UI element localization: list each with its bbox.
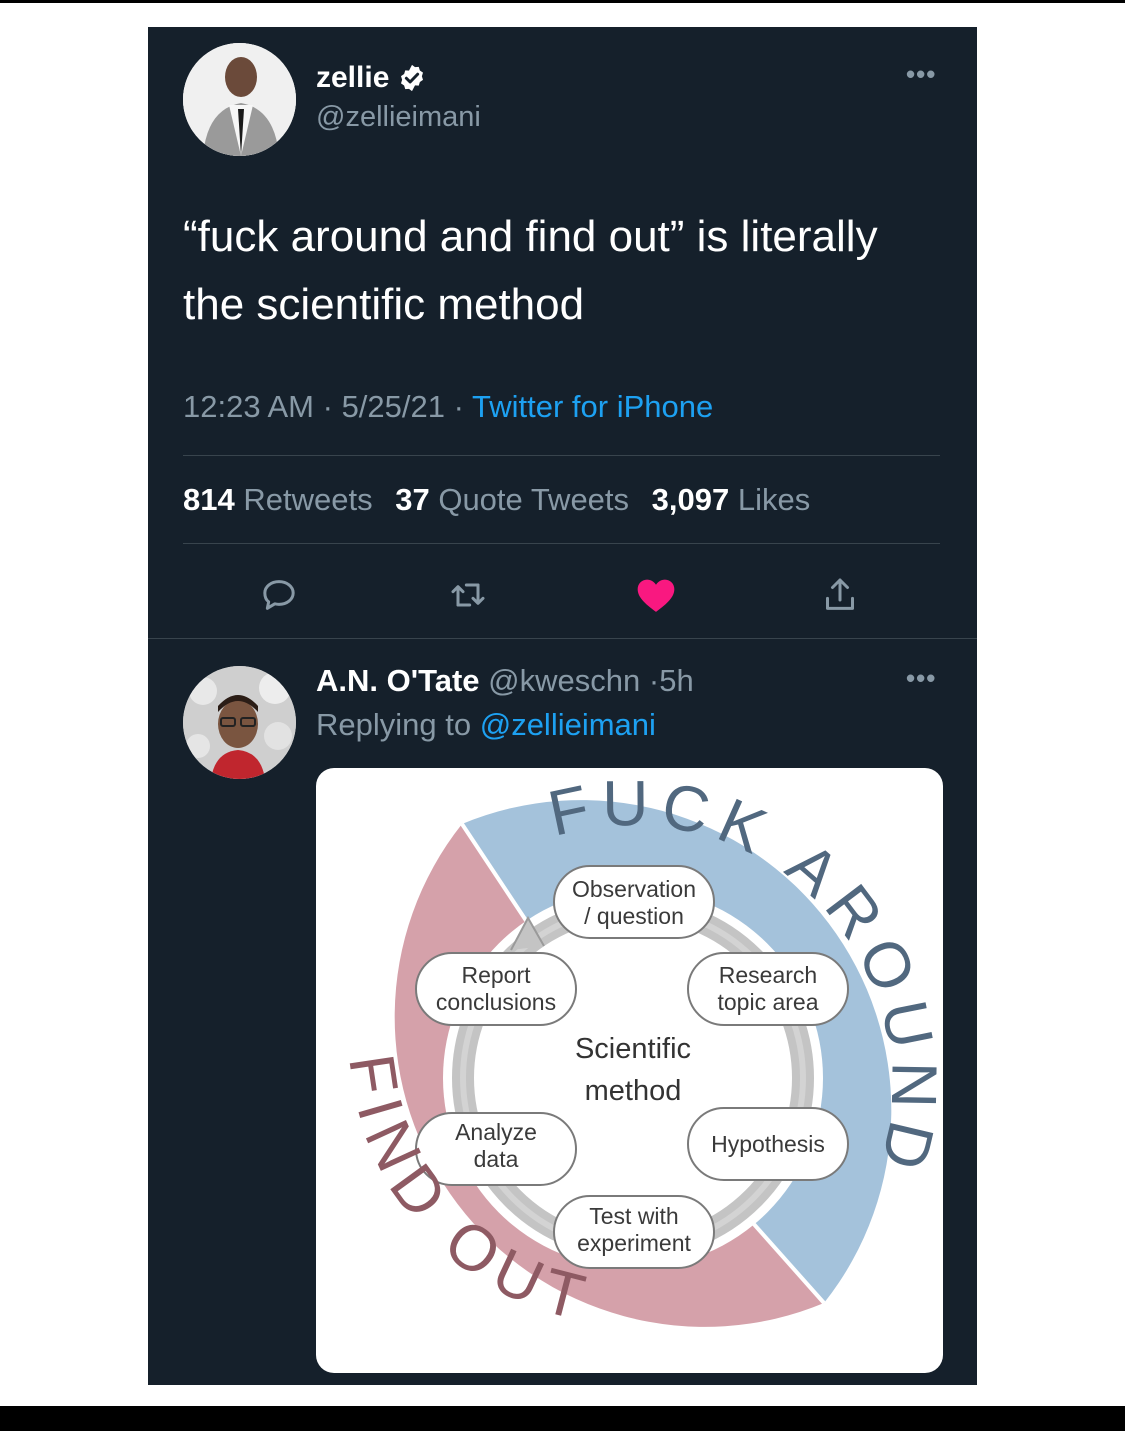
divider [183, 543, 940, 544]
retweet-button[interactable] [443, 573, 493, 617]
like-button[interactable] [631, 573, 681, 617]
step-label: / question [584, 903, 684, 929]
step-label: Research [719, 962, 817, 988]
share-button[interactable] [815, 573, 865, 617]
tweet-stats: 814 Retweets 37 Quote Tweets 3,097 Likes [183, 482, 810, 518]
center-label: method [585, 1075, 682, 1107]
more-options-icon[interactable]: ••• [906, 59, 936, 90]
reply-author-name[interactable]: A.N. O'Tate [316, 663, 480, 698]
divider [183, 455, 940, 456]
author-avatar[interactable] [183, 43, 296, 156]
verified-badge-icon [401, 64, 424, 92]
replying-to-mention[interactable]: @zellieimani [480, 707, 656, 742]
quotes-stat[interactable]: 37 Quote Tweets [395, 482, 629, 517]
retweets-label: Retweets [243, 482, 373, 517]
reply-header: A.N. O'Tate @kweschn ·5h [316, 663, 694, 699]
quotes-count: 37 [395, 482, 430, 517]
page-bottom-border [0, 1406, 1125, 1431]
tweet-date[interactable]: 5/25/21 [342, 389, 445, 424]
author-name-text: zellie [316, 61, 390, 94]
step-label: data [474, 1146, 519, 1172]
tweet-thread: zellie @zellieimani ••• “fuck around and… [148, 27, 977, 1385]
meta-separator: · [322, 389, 333, 424]
reply-age[interactable]: 5h [659, 663, 693, 698]
likes-count: 3,097 [651, 482, 730, 517]
author-handle[interactable]: @zellieimani [316, 101, 481, 134]
reply-author-handle[interactable]: @kweschn [488, 663, 640, 698]
step-label: Report [461, 962, 531, 988]
scientific-method-diagram: Observation / question Research topic ar… [335, 768, 940, 1336]
reply-icon [263, 580, 295, 610]
author-name[interactable]: zellie [316, 61, 427, 95]
meta-separator: · [648, 663, 660, 698]
tweet-source-link[interactable]: Twitter for iPhone [472, 389, 713, 424]
reply-author-avatar[interactable] [183, 666, 296, 779]
more-options-icon[interactable]: ••• [906, 663, 936, 694]
attached-image[interactable]: Observation / question Research topic ar… [316, 768, 943, 1373]
step-label: Hypothesis [711, 1131, 825, 1157]
share-icon [826, 578, 854, 610]
retweets-count: 814 [183, 482, 235, 517]
tweet-meta: 12:23 AM · 5/25/21 · Twitter for iPhone [183, 389, 713, 425]
quotes-label: Quote Tweets [438, 482, 630, 517]
heart-icon [637, 579, 675, 612]
step-label: experiment [577, 1230, 691, 1256]
step-label: conclusions [436, 989, 556, 1015]
meta-separator: · [453, 389, 464, 424]
divider [148, 638, 977, 639]
tweet-time[interactable]: 12:23 AM [183, 389, 314, 424]
page-top-border [0, 0, 1125, 3]
center-label: Scientific [575, 1033, 691, 1065]
tweet-text: “fuck around and find out” is literally … [183, 212, 878, 329]
retweets-stat[interactable]: 814 Retweets [183, 482, 373, 517]
replying-to: Replying to @zellieimani [316, 707, 656, 743]
step-label: Analyze [455, 1119, 537, 1145]
retweet-icon [451, 583, 485, 607]
step-label: topic area [717, 989, 818, 1015]
step-label: Observation [572, 876, 696, 902]
step-label: Test with [589, 1203, 678, 1229]
replying-prefix: Replying to [316, 707, 472, 742]
likes-label: Likes [737, 482, 811, 517]
reply-button[interactable] [254, 573, 304, 617]
likes-stat[interactable]: 3,097 Likes [652, 482, 811, 517]
